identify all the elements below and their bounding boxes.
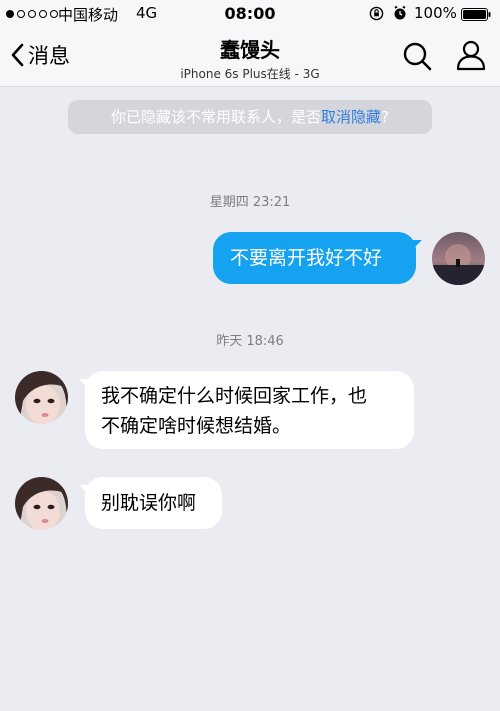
message-timestamp: 昨天 18:46 xyxy=(216,334,284,349)
my-avatar[interactable] xyxy=(432,232,485,285)
message-timestamp: 星期四 23:21 xyxy=(209,195,291,210)
rotation-lock-icon xyxy=(369,6,384,21)
alarm-icon xyxy=(394,5,406,20)
unhide-link[interactable]: 取消隐藏 xyxy=(321,108,381,126)
outgoing-message-bubble[interactable]: 不要离开我好不好 xyxy=(213,232,416,284)
battery-percentage: 100% xyxy=(414,4,457,22)
profile-icon[interactable] xyxy=(455,39,487,71)
battery-icon xyxy=(461,8,491,21)
status-bar: 中国移动 4G 08:00 100% xyxy=(0,0,500,28)
message-text: 不要离开我好不好 xyxy=(230,247,383,269)
incoming-message-bubble[interactable]: 我不确定什么时候回家工作，也 不确定啥时候想结婚。 xyxy=(85,371,414,449)
navigation-bar: 消息 蠢馒头 iPhone 6s Plus在线 - 3G xyxy=(0,28,500,87)
contact-avatar[interactable] xyxy=(15,477,68,530)
notice-text: 你已隐藏该不常用联系人，是否 xyxy=(111,108,322,126)
avatar-image xyxy=(15,477,68,530)
contact-avatar[interactable] xyxy=(15,371,68,424)
avatar-image xyxy=(15,371,68,424)
message-text: 别耽误你啊 xyxy=(101,492,197,514)
hidden-contact-notice: 你已隐藏该不常用联系人，是否取消隐藏? xyxy=(68,100,432,134)
message-text-line: 不确定啥时候想结婚。 xyxy=(101,415,292,437)
search-icon[interactable] xyxy=(402,41,432,71)
incoming-message-bubble[interactable]: 别耽误你啊 xyxy=(85,477,222,529)
notice-suffix: ? xyxy=(381,108,389,126)
message-text-line: 我不确定什么时候回家工作，也 xyxy=(101,385,368,407)
avatar-image xyxy=(432,232,485,285)
